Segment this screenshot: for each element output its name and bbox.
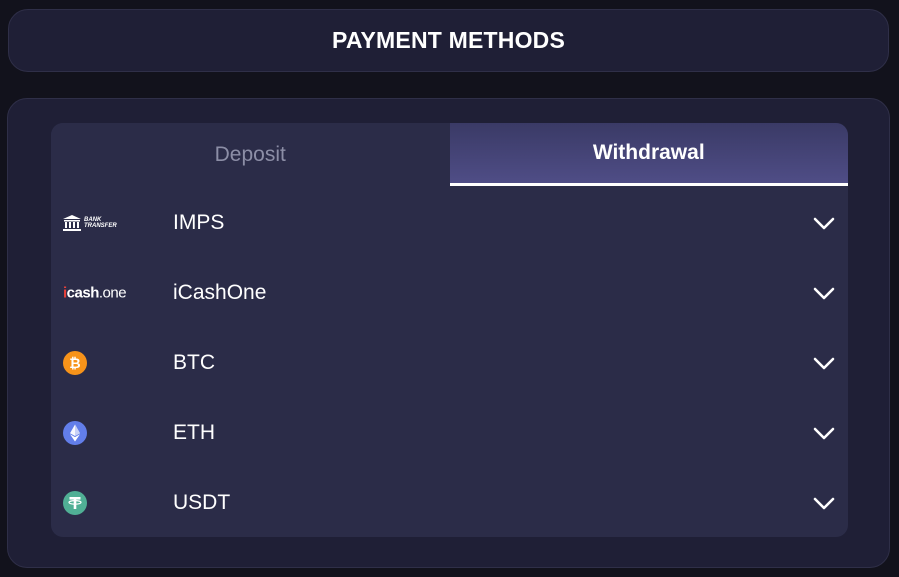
tab-deposit[interactable]: Deposit <box>51 123 450 186</box>
bank-transfer-logo: BANK TRANSFER <box>63 215 117 231</box>
chevron-down-icon[interactable] <box>812 491 836 515</box>
method-row-imps[interactable]: BANK TRANSFER IMPS <box>51 188 848 258</box>
page-title: PAYMENT METHODS <box>331 27 566 53</box>
chevron-down-icon[interactable] <box>812 211 836 235</box>
bank-building-icon <box>63 215 81 231</box>
icashone-logo: icash .one <box>63 284 127 302</box>
method-name: ETH <box>173 421 215 444</box>
method-list: BANK TRANSFER IMPS icash .one iCashOne ₿… <box>51 188 848 537</box>
tab-withdrawal[interactable]: Withdrawal <box>449 123 848 186</box>
method-row-usdt[interactable]: USDT <box>51 468 848 537</box>
header-card: PAYMENT METHODS <box>8 9 889 72</box>
bank-transfer-wordmark: BANK TRANSFER <box>84 217 117 229</box>
method-name: IMPS <box>173 211 225 234</box>
chevron-down-icon[interactable] <box>812 281 836 305</box>
bitcoin-icon: ₿ <box>63 351 87 375</box>
payment-methods-panel: Deposit Withdrawal BANK TRANSFER IMPS ic… <box>51 123 848 537</box>
tether-icon <box>63 491 87 515</box>
chevron-down-icon[interactable] <box>812 421 836 445</box>
chevron-down-icon[interactable] <box>812 351 836 375</box>
method-row-icashone[interactable]: icash .one iCashOne <box>51 258 848 328</box>
method-name: iCashOne <box>173 281 267 304</box>
method-name: USDT <box>173 491 231 514</box>
svg-text:₿: ₿ <box>69 356 80 372</box>
ethereum-icon <box>63 421 87 445</box>
method-row-btc[interactable]: ₿ BTC <box>51 328 848 398</box>
method-row-eth[interactable]: ETH <box>51 398 848 468</box>
tab-bar: Deposit Withdrawal <box>51 123 848 186</box>
method-name: BTC <box>173 351 215 374</box>
payment-methods-card: Deposit Withdrawal BANK TRANSFER IMPS ic… <box>7 98 890 568</box>
